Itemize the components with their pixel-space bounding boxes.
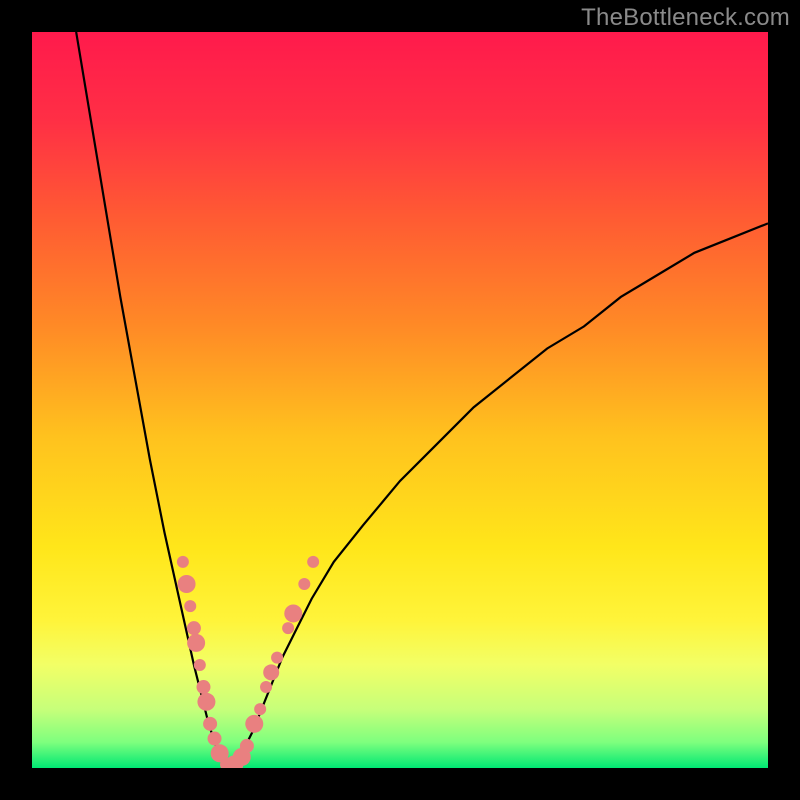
data-marker bbox=[208, 732, 222, 746]
data-marker bbox=[260, 681, 272, 693]
chart-frame: TheBottleneck.com bbox=[0, 0, 800, 800]
data-marker bbox=[263, 664, 279, 680]
data-marker bbox=[271, 652, 283, 664]
data-marker bbox=[187, 634, 205, 652]
watermark-text: TheBottleneck.com bbox=[581, 4, 790, 32]
bottleneck-chart-svg bbox=[32, 32, 768, 768]
data-marker bbox=[187, 621, 201, 635]
gradient-background bbox=[32, 32, 768, 768]
data-marker bbox=[197, 693, 215, 711]
data-marker bbox=[194, 659, 206, 671]
data-marker bbox=[178, 575, 196, 593]
data-marker bbox=[240, 739, 254, 753]
data-marker bbox=[245, 715, 263, 733]
data-marker bbox=[284, 604, 302, 622]
chart-plot-area bbox=[32, 32, 768, 768]
data-marker bbox=[196, 680, 210, 694]
data-marker bbox=[184, 600, 196, 612]
data-marker bbox=[203, 717, 217, 731]
data-marker bbox=[307, 556, 319, 568]
data-marker bbox=[254, 703, 266, 715]
data-marker bbox=[177, 556, 189, 568]
data-marker bbox=[298, 578, 310, 590]
data-marker bbox=[282, 622, 294, 634]
